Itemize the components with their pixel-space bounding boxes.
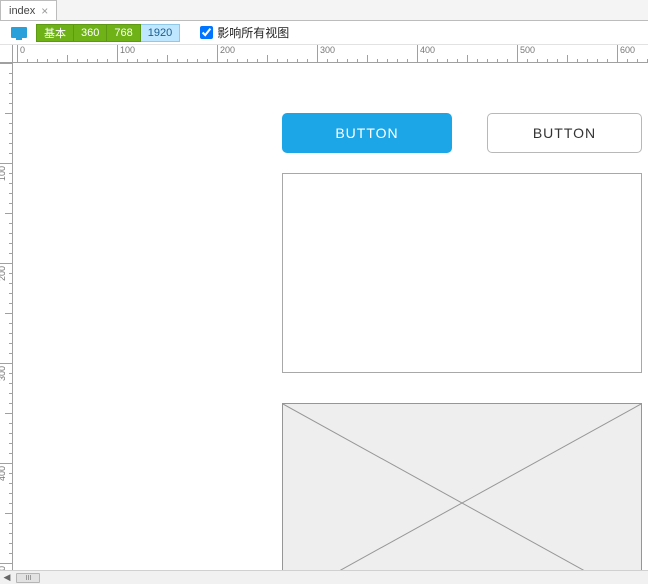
breakpoint-group: 基本3607681920	[36, 24, 180, 42]
vertical-ruler[interactable]: 100200300400500	[0, 63, 13, 570]
close-icon[interactable]: ×	[41, 4, 48, 18]
affect-all-views-checkbox[interactable]	[200, 26, 213, 39]
breakpoint-360[interactable]: 360	[74, 24, 107, 42]
canvas-button-secondary[interactable]: BUTTON	[487, 113, 642, 153]
affect-all-views[interactable]: 影响所有视图	[200, 24, 289, 41]
toolbar: 基本3607681920 影响所有视图	[0, 21, 648, 45]
breakpoint-1920[interactable]: 1920	[141, 24, 180, 42]
work-area: 0100200300400500600 100200300400500 BUTT…	[0, 45, 648, 584]
button-label: BUTTON	[335, 125, 398, 141]
button-label: BUTTON	[533, 125, 596, 141]
design-canvas[interactable]: BUTTON BUTTON	[13, 63, 648, 570]
tab-label: index	[9, 5, 35, 17]
ruler-corner	[0, 45, 13, 63]
breakpoint-基本[interactable]: 基本	[36, 24, 74, 42]
chevron-left-icon: ◀	[4, 572, 11, 583]
horizontal-scrollbar[interactable]: ◀	[0, 570, 648, 584]
canvas-dynamic-panel[interactable]	[282, 173, 642, 373]
canvas-viewport[interactable]: BUTTON BUTTON	[13, 63, 648, 570]
tab-bar: index ×	[0, 0, 648, 21]
tab-index[interactable]: index ×	[0, 0, 57, 20]
canvas-button-primary[interactable]: BUTTON	[282, 113, 452, 153]
canvas-image-placeholder[interactable]	[282, 403, 642, 570]
affect-all-views-label: 影响所有视图	[217, 24, 289, 41]
breakpoint-768[interactable]: 768	[107, 24, 140, 42]
horizontal-ruler[interactable]: 0100200300400500600	[13, 45, 648, 63]
scroll-left-button[interactable]: ◀	[0, 571, 14, 585]
scrollbar-thumb[interactable]	[16, 573, 40, 583]
design-view-icon[interactable]	[10, 24, 28, 42]
